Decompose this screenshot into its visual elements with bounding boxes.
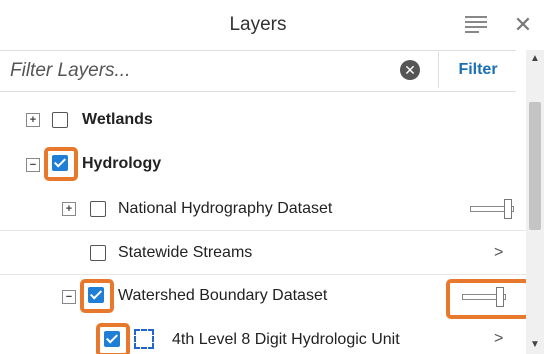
layer-row-wetlands: + Wetlands [0, 97, 526, 143]
opacity-slider[interactable] [462, 287, 506, 307]
layers-panel: Layers ✕ ✕ Filter + Wetlands − Hydrology… [0, 0, 544, 354]
panel-title: Layers [229, 14, 287, 35]
scroll-down-arrow-icon[interactable]: ▼ [526, 336, 544, 354]
legend-swatch [134, 329, 154, 349]
layer-label-watershed-boundary-dataset: Watershed Boundary Dataset [118, 287, 328, 304]
layer-checkbox-statewide-streams[interactable] [90, 245, 106, 261]
layer-label-statewide-streams: Statewide Streams [118, 244, 253, 261]
chevron-right-icon[interactable]: > [494, 330, 503, 348]
slider-knob[interactable] [496, 287, 504, 307]
chevron-right-icon[interactable]: > [494, 244, 503, 262]
layer-checkbox-wetlands[interactable] [52, 112, 68, 128]
layer-label-wetlands: Wetlands [82, 111, 153, 128]
opacity-slider[interactable] [470, 199, 514, 219]
filter-bar: ✕ Filter [0, 50, 517, 92]
filter-layers-input[interactable] [8, 54, 384, 88]
layer-checkbox-watershed-boundary-dataset[interactable] [88, 287, 104, 303]
panel-header: Layers ✕ [0, 0, 544, 50]
slider-knob[interactable] [504, 199, 512, 219]
hamburger-menu-icon[interactable] [465, 16, 487, 34]
layer-row-statewide-streams: Statewide Streams > [0, 231, 526, 275]
expand-icon[interactable]: + [26, 113, 40, 127]
filter-button[interactable]: Filter [438, 52, 517, 88]
layer-row-4th-level-8-digit-hydrologic-unit: 4th Level 8 Digit Hydrologic Unit > [0, 319, 526, 354]
expand-icon[interactable]: + [62, 202, 76, 216]
layer-row-hydrology: − Hydrology [0, 143, 526, 187]
layer-checkbox-national-hydrography-dataset[interactable] [90, 201, 106, 217]
clear-search-icon[interactable]: ✕ [400, 60, 420, 80]
layer-row-watershed-boundary-dataset: − Watershed Boundary Dataset [0, 275, 530, 319]
scroll-up-arrow-icon[interactable]: ▲ [526, 50, 544, 68]
scrollbar[interactable]: ▲ ▼ [526, 50, 544, 354]
layer-checkbox-4th-level-8-digit-hydrologic-unit[interactable] [104, 331, 120, 347]
collapse-icon[interactable]: − [62, 290, 76, 304]
layer-label-national-hydrography-dataset: National Hydrography Dataset [118, 200, 333, 217]
close-icon[interactable]: ✕ [510, 12, 536, 38]
collapse-icon[interactable]: − [26, 158, 40, 172]
layer-checkbox-hydrology[interactable] [52, 155, 68, 171]
layer-row-national-hydrography-dataset: + National Hydrography Dataset [0, 187, 526, 231]
scroll-thumb[interactable] [529, 102, 541, 230]
layer-label-hydrology: Hydrology [82, 155, 162, 172]
layer-label-4th-level-8-digit-hydrologic-unit: 4th Level 8 Digit Hydrologic Unit [172, 331, 400, 348]
